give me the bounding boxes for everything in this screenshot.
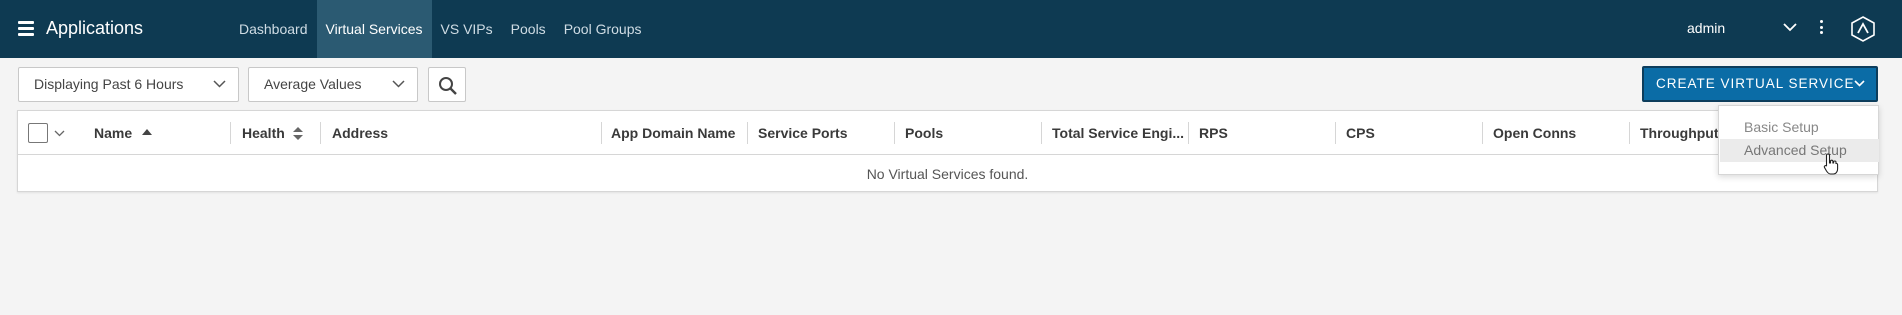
column-separator <box>601 122 602 144</box>
sort-icon[interactable] <box>293 127 303 140</box>
chevron-down-icon[interactable] <box>1783 23 1797 32</box>
top-navigation-bar: Applications Dashboard Virtual Services … <box>0 0 1902 58</box>
menu-icon[interactable] <box>18 21 34 36</box>
empty-table-message: No Virtual Services found. <box>866 166 1029 182</box>
time-range-select[interactable]: Displaying Past 6 Hours <box>18 67 239 102</box>
table-header: Name Health Address App Domain Name Serv… <box>18 111 1877 155</box>
time-range-value: Displaying Past 6 Hours <box>34 76 184 92</box>
column-header-service-ports[interactable]: Service Ports <box>758 111 878 155</box>
column-header-cps[interactable]: CPS <box>1346 111 1466 155</box>
create-button-label: CREATE VIRTUAL SERVICE <box>1656 76 1855 91</box>
app-logo-icon[interactable] <box>1851 16 1875 42</box>
column-separator <box>747 122 748 144</box>
create-virtual-service-button[interactable]: CREATE VIRTUAL SERVICE <box>1642 66 1878 102</box>
column-header-address[interactable]: Address <box>332 111 532 155</box>
hand-pointer-cursor <box>1823 153 1839 175</box>
menu-item-basic-setup[interactable]: Basic Setup <box>1720 116 1879 139</box>
search-icon <box>439 77 457 95</box>
column-separator <box>230 122 231 144</box>
column-header-name[interactable]: Name <box>94 111 164 155</box>
chevron-down-icon[interactable] <box>54 130 65 137</box>
column-header-throughput[interactable]: Throughput <box>1640 111 1730 155</box>
select-all-checkbox[interactable] <box>28 123 48 143</box>
column-separator <box>1629 122 1630 144</box>
column-separator <box>1188 122 1189 144</box>
app-title: Applications <box>46 18 144 38</box>
column-header-total-service-engines[interactable]: Total Service Engi... <box>1052 111 1187 155</box>
nav-tab-pools[interactable]: Pools <box>502 0 555 58</box>
chevron-down-icon <box>1854 80 1865 87</box>
kebab-menu-icon[interactable] <box>1820 20 1824 36</box>
column-separator <box>1335 122 1336 144</box>
chevron-down-icon <box>392 80 405 88</box>
nav-tab-vs-vips[interactable]: VS VIPs <box>432 0 502 58</box>
column-header-app-domain-name[interactable]: App Domain Name <box>611 111 739 155</box>
column-header-pools[interactable]: Pools <box>905 111 1035 155</box>
nav-tab-dashboard[interactable]: Dashboard <box>230 0 317 58</box>
create-virtual-service-menu: Basic Setup Advanced Setup <box>1718 105 1879 175</box>
column-separator <box>320 122 321 144</box>
column-header-rps[interactable]: RPS <box>1199 111 1319 155</box>
column-separator <box>1482 122 1483 144</box>
column-header-health[interactable]: Health <box>242 111 287 155</box>
nav-tab-virtual-services[interactable]: Virtual Services <box>316 0 432 58</box>
menu-item-advanced-setup[interactable]: Advanced Setup <box>1720 139 1879 162</box>
sort-asc-icon[interactable] <box>142 129 152 136</box>
main-nav: Dashboard Virtual Services VS VIPs Pools… <box>230 0 651 58</box>
column-separator <box>894 122 895 144</box>
nav-tab-pool-groups[interactable]: Pool Groups <box>555 0 651 58</box>
column-header-open-conns[interactable]: Open Conns <box>1493 111 1613 155</box>
virtual-services-table: Name Health Address App Domain Name Serv… <box>17 110 1878 192</box>
chevron-down-icon <box>213 80 226 88</box>
user-menu[interactable]: admin <box>1687 20 1725 36</box>
metric-mode-value: Average Values <box>264 76 362 92</box>
column-separator <box>1041 122 1042 144</box>
search-button[interactable] <box>428 67 466 102</box>
metric-mode-select[interactable]: Average Values <box>248 67 418 102</box>
